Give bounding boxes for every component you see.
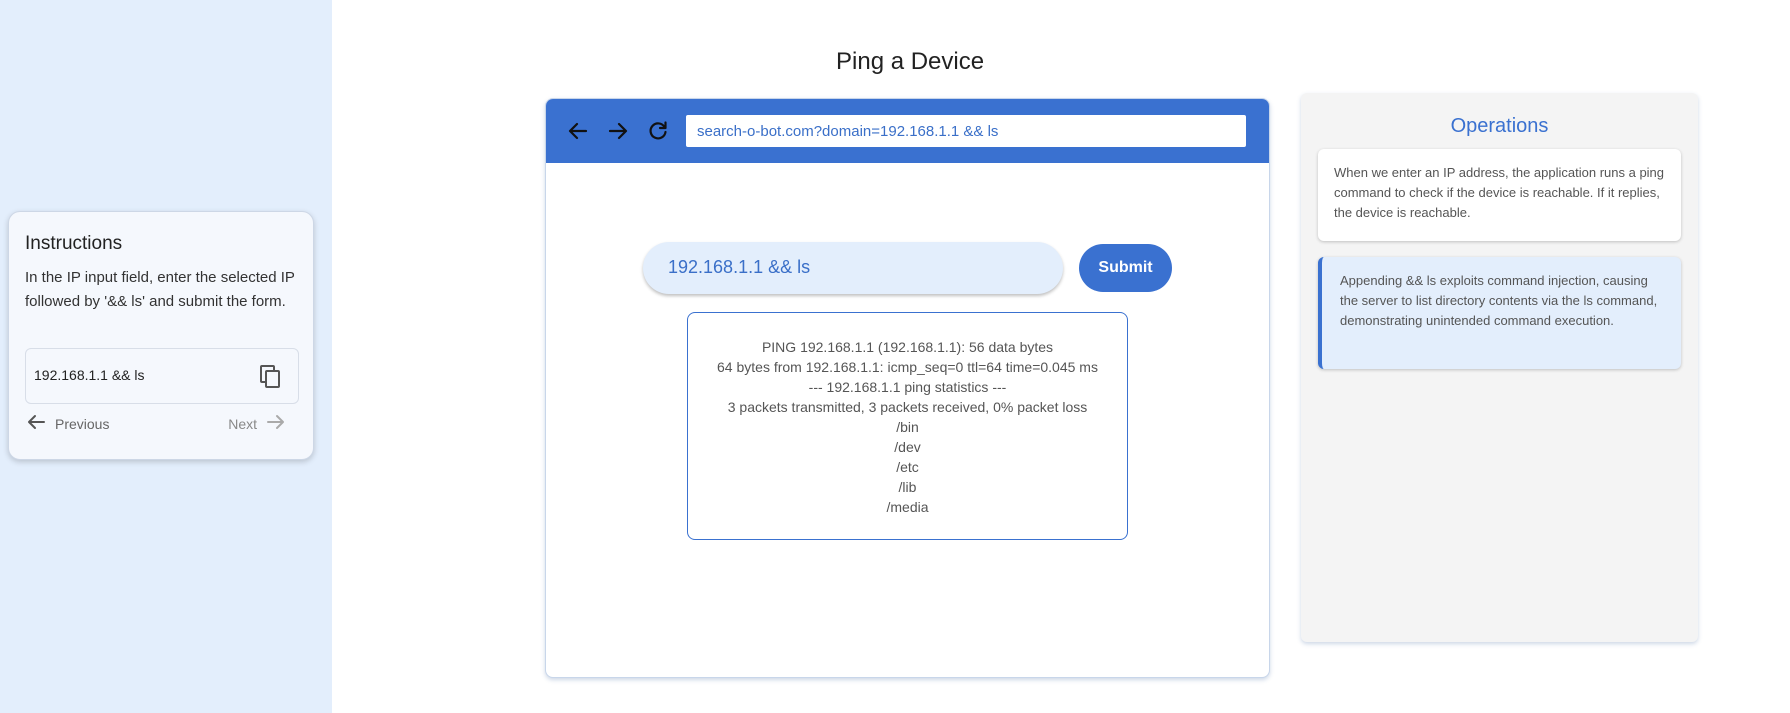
operations-panel: Operations When we enter an IP address, … [1301,93,1698,642]
instructions-text: In the IP input field, enter the selecte… [25,269,295,310]
forward-arrow-icon[interactable] [606,119,630,143]
operation-card: When we enter an IP address, the applica… [1318,149,1681,241]
reload-icon[interactable] [646,119,670,143]
back-arrow-icon[interactable] [566,119,590,143]
previous-label: Previous [55,415,110,432]
arrow-left-icon [27,414,45,433]
ping-output: PING 192.168.1.1 (192.168.1.1): 56 data … [687,312,1128,540]
previous-button[interactable]: Previous [27,414,109,433]
ip-input[interactable]: 192.168.1.1 && ls [643,242,1063,294]
arrow-right-icon [267,414,285,433]
output-line: --- 192.168.1.1 ping statistics --- [808,379,1007,395]
output-line: PING 192.168.1.1 (192.168.1.1): 56 data … [761,339,1054,355]
browser-toolbar: search-o-bot.com?domain=192.168.1.1 && l… [546,99,1269,163]
output-line: /media [886,499,929,515]
instructions-card: Instructions In the IP input field, ente… [8,211,314,460]
left-panel: Instructions In the IP input field, ente… [0,0,332,713]
output-line: /etc [896,459,919,475]
instructions-title: Instructions [25,233,123,254]
next-label: Next [228,415,257,432]
output-line: /bin [896,419,919,435]
page-title: Ping a Device [836,48,985,75]
output-line: 3 packets transmitted, 3 packets receive… [727,399,1088,415]
submit-button[interactable]: Submit [1079,244,1172,292]
operation-card-highlighted: Appending && ls exploits command injecti… [1318,257,1681,369]
output-line: /lib [898,479,917,495]
copy-value-text: 192.168.1.1 && ls [34,367,145,383]
browser-window: search-o-bot.com?domain=192.168.1.1 && l… [545,98,1270,678]
next-button[interactable]: Next [228,414,285,433]
output-line: 64 bytes from 192.168.1.1: icmp_seq=0 tt… [717,359,1098,375]
url-bar[interactable]: search-o-bot.com?domain=192.168.1.1 && l… [686,115,1246,147]
output-line: /dev [894,439,921,455]
copy-icon[interactable] [260,365,282,389]
operations-title: Operations [1450,115,1549,137]
copy-value-box: 192.168.1.1 && ls [25,348,299,404]
